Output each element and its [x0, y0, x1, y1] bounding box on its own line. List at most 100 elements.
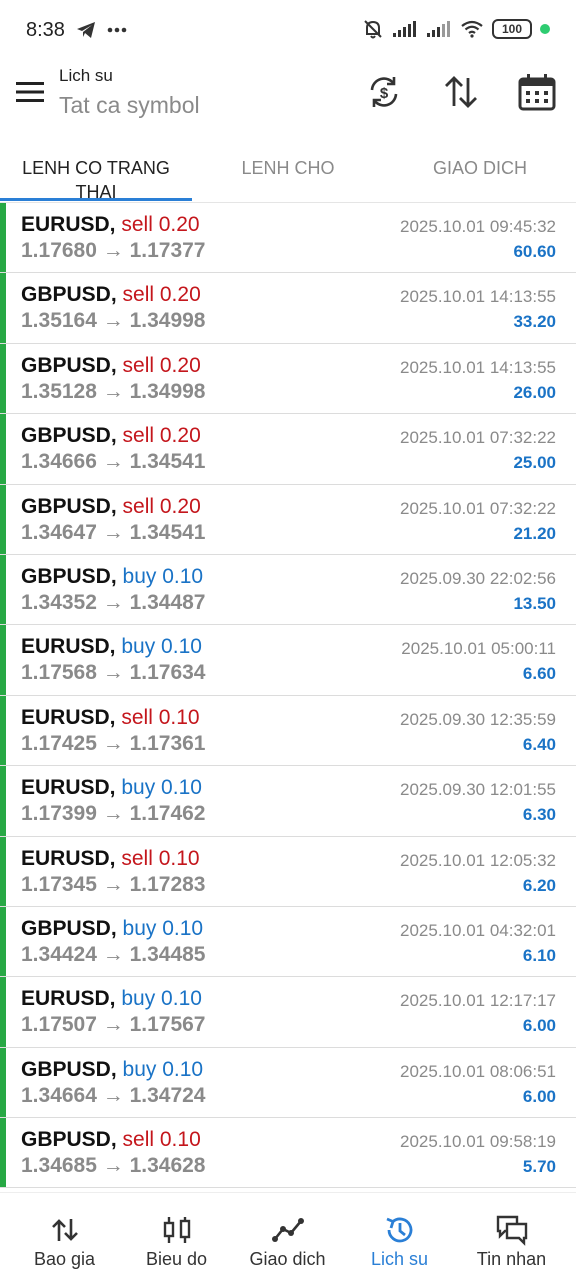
more-dots-icon	[107, 27, 127, 33]
tab-positions[interactable]: LENH CO TRANG THAI	[0, 156, 192, 204]
history-row[interactable]: GBPUSD, buy 0.10 1.34664 → 1.34724 2025.10…	[0, 1047, 576, 1119]
row-profit: 60.60	[513, 242, 556, 261]
signal-icon	[393, 21, 416, 37]
row-prices: 1.17425 → 1.17361	[21, 731, 206, 755]
row-title: EURUSD, buy 0.10	[21, 987, 202, 1011]
row-prices: 1.34352 → 1.34487	[21, 590, 206, 614]
app-header: Lich su Tat ca symbol $	[0, 60, 576, 140]
history-row[interactable]: GBPUSD, sell 0.20 1.34647 → 1.34541 2025.1…	[0, 484, 576, 555]
row-profit: 33.20	[513, 312, 556, 332]
row-time: 2025.10.01 04:32:01	[400, 920, 556, 940]
page-subtitle: Lich su	[59, 66, 113, 85]
nav-label: Tin nhan	[476, 1249, 547, 1269]
row-symbol: GBPUSD,	[21, 564, 117, 588]
row-title: GBPUSD, buy 0.10	[21, 565, 203, 589]
row-prices: 1.35164 → 1.34998	[21, 309, 206, 333]
nav-trade[interactable]: Giao dich	[230, 1193, 345, 1280]
row-side: buy 0.10	[122, 916, 204, 940]
nav-label: Giao dich	[249, 1249, 326, 1269]
row-symbol: GBPUSD,	[21, 1128, 117, 1152]
status-time: 8:38	[26, 18, 65, 41]
privacy-dot	[540, 24, 550, 34]
history-row[interactable]: EURUSD, buy 0.10 1.17568 → 1.17634 2025.10…	[0, 625, 576, 696]
row-profit: 6.60	[522, 664, 556, 684]
wifi-icon	[461, 20, 483, 38]
row-side: sell 0.20	[121, 213, 200, 236]
row-profit: 13.50	[513, 593, 556, 613]
nav-messages[interactable]: Tin nhan	[454, 1193, 569, 1280]
row-time: 2025.09.30 12:35:59	[400, 709, 556, 729]
row-symbol: GBPUSD,	[21, 353, 117, 377]
history-row[interactable]: GBPUSD, sell 0.20 1.35128 → 1.34998 2025.1…	[0, 343, 576, 415]
history-row[interactable]: EURUSD, sell 0.10 1.17345 → 1.17283 2025.1…	[0, 836, 576, 907]
row-symbol: GBPUSD,	[21, 1057, 117, 1081]
row-prices: 1.34666 → 1.34541	[21, 450, 206, 474]
row-status-bar	[0, 484, 6, 554]
row-title: EURUSD, buy 0.10	[21, 776, 202, 800]
active-tab-indicator	[0, 198, 192, 201]
history-row[interactable]: GBPUSD, sell 0.20 1.35164 → 1.34998 2025.1…	[0, 273, 576, 344]
row-side: sell 0.20	[122, 424, 201, 448]
signal-2-icon	[427, 21, 450, 37]
nav-history[interactable]: Lich su	[342, 1193, 457, 1280]
history-row[interactable]: GBPUSD, buy 0.10 1.34424 → 1.34485 2025.10…	[0, 906, 576, 978]
row-prices: 1.17568 → 1.17634	[21, 661, 206, 685]
row-title: EURUSD, sell 0.10	[21, 706, 200, 730]
nav-quotes[interactable]: Bao gia	[7, 1193, 122, 1280]
nav-chart[interactable]: Bieu do	[119, 1193, 234, 1280]
row-profit: 6.10	[522, 945, 556, 965]
row-side: sell 0.20	[122, 353, 201, 377]
history-row[interactable]: EURUSD, buy 0.10 1.17507 → 1.17567 2025.10…	[0, 977, 576, 1048]
history-row[interactable]: EURUSD, buy 0.10 1.17399 → 1.17462 2025.09…	[0, 766, 576, 837]
row-symbol: GBPUSD,	[21, 283, 117, 307]
bell-off-icon	[364, 20, 382, 39]
row-time: 2025.09.30 22:02:56	[400, 568, 556, 588]
svg-text:$: $	[380, 85, 389, 102]
row-prices: 1.17680 → 1.17377	[21, 239, 206, 262]
row-side: sell 0.10	[122, 1128, 201, 1152]
row-title: GBPUSD, sell 0.20	[21, 283, 201, 307]
history-row[interactable]: GBPUSD, sell 0.10 1.34685 → 1.34628 2025.1…	[0, 1118, 576, 1189]
row-symbol: GBPUSD,	[21, 424, 117, 448]
menu-icon[interactable]	[14, 76, 46, 108]
row-time: 2025.10.01 05:00:11	[401, 639, 556, 659]
row-time: 2025.10.01 08:06:51	[400, 1061, 556, 1081]
sort-icon[interactable]	[441, 72, 481, 112]
row-profit: 6.40	[522, 734, 556, 754]
row-time: 2025.10.01 07:32:22	[400, 498, 556, 518]
row-title: GBPUSD, sell 0.10	[21, 1128, 201, 1152]
row-title: EURUSD, sell 0.10	[21, 847, 200, 871]
history-row[interactable]: GBPUSD, sell 0.20 1.34666 → 1.34541 2025.1…	[0, 414, 576, 485]
nav-label: Bao gia	[33, 1249, 96, 1269]
row-profit: 6.00	[522, 1086, 556, 1106]
row-title: EURUSD, buy 0.10	[21, 635, 202, 659]
trade-icon	[271, 1218, 304, 1242]
history-tabs: LENH CO TRANG THAI LENH CHO GIAO DICH	[0, 140, 576, 203]
row-side: sell 0.20	[122, 494, 201, 518]
tab-orders[interactable]: LENH CHO	[192, 156, 384, 180]
row-prices: 1.17345 → 1.17283	[21, 872, 206, 896]
tab-label: GIAO DICH	[432, 158, 527, 178]
period-sync-icon[interactable]: $	[364, 72, 404, 112]
bottom-nav: Bao gia Bieu do Giao dich Lich su Tin nh…	[0, 1192, 576, 1280]
row-symbol: EURUSD,	[21, 635, 116, 659]
row-side: buy 0.10	[121, 987, 202, 1011]
status-bar: 8:38 100	[0, 0, 576, 60]
row-status-bar	[0, 977, 6, 1047]
row-title: GBPUSD, buy 0.10	[21, 1058, 203, 1082]
history-row[interactable]: EURUSD, sell 0.10 1.17425 → 1.17361 2025.0…	[0, 695, 576, 767]
row-prices: 1.35128 → 1.34998	[21, 379, 206, 403]
tab-deals[interactable]: GIAO DICH	[384, 156, 576, 180]
tab-label: LENH CHO	[241, 158, 335, 178]
row-side: buy 0.10	[122, 1057, 204, 1081]
history-row[interactable]: GBPUSD, buy 0.10 1.34352 → 1.34487 2025.09…	[0, 554, 576, 626]
calendar-icon[interactable]	[517, 72, 557, 112]
symbol-filter[interactable]: Tat ca symbol	[59, 92, 200, 119]
nav-label: Bieu do	[145, 1249, 208, 1269]
row-title: GBPUSD, sell 0.20	[21, 424, 201, 448]
history-row[interactable]: EURUSD, sell 0.20 1.17680 → 1.17377 2025.1…	[0, 203, 576, 274]
row-status-bar	[0, 414, 6, 484]
history-icon	[385, 1217, 412, 1243]
row-profit: 6.20	[522, 875, 556, 895]
chart-icon	[163, 1217, 190, 1243]
